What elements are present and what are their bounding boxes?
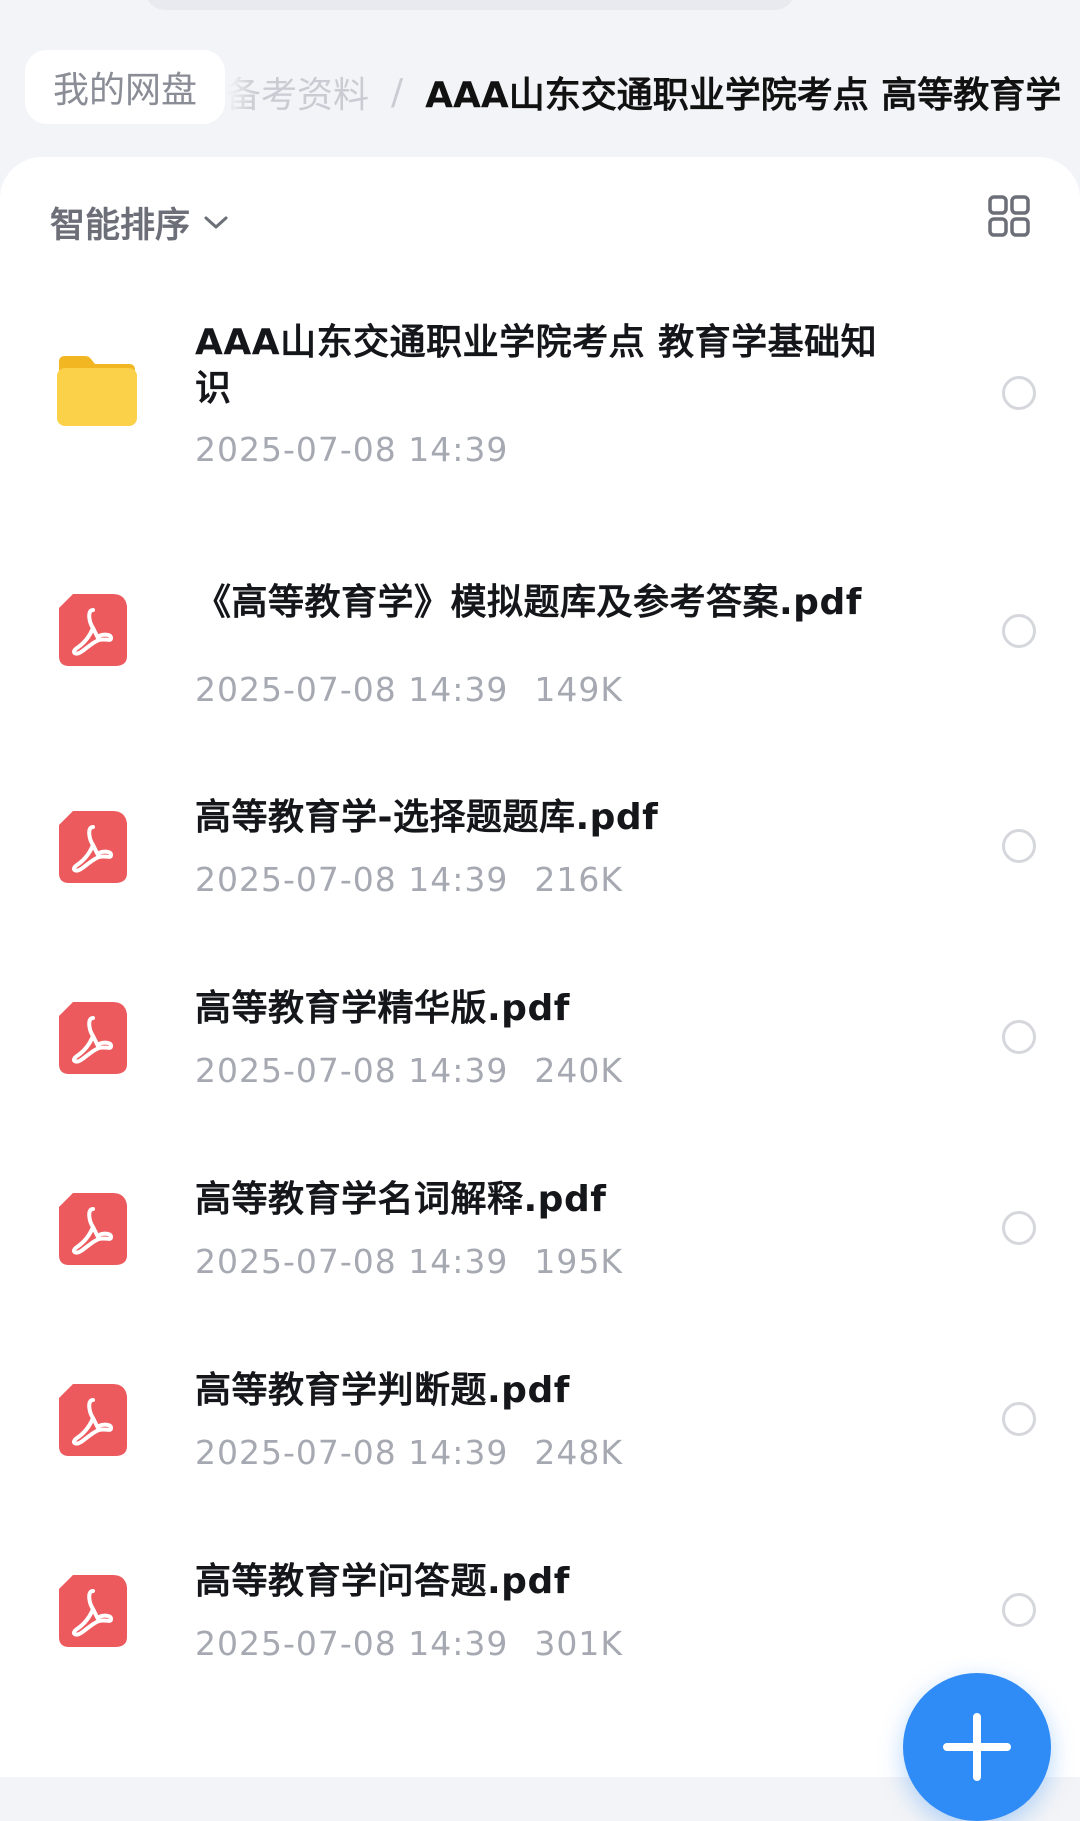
file-meta: 2025-07-08 14:39 149K bbox=[195, 670, 623, 709]
file-name: 《高等教育学》模拟题库及参考答案.pdf bbox=[195, 582, 862, 623]
file-meta: 2025-07-08 14:39 195K bbox=[195, 1242, 623, 1281]
file-size: 248K bbox=[534, 1433, 624, 1472]
chevron-down-icon bbox=[204, 216, 228, 228]
pdf-icon bbox=[59, 1384, 127, 1456]
list-item[interactable]: 高等教育学精华版.pdf 2025-07-08 14:39 240K bbox=[0, 986, 1080, 1106]
list-item[interactable]: AAA山东交通职业学院考点 教育学基础知识 2025-07-08 14:39 bbox=[0, 300, 1080, 500]
select-radio[interactable] bbox=[1002, 1402, 1036, 1436]
pdf-icon bbox=[59, 1193, 127, 1265]
breadcrumb-root[interactable]: 我的网盘 bbox=[25, 50, 226, 124]
file-date: 2025-07-08 14:39 bbox=[195, 670, 509, 709]
pdf-icon bbox=[59, 1575, 127, 1647]
list-item[interactable]: 高等教育学判断题.pdf 2025-07-08 14:39 248K bbox=[0, 1368, 1080, 1488]
breadcrumb-trail: 备考资料 / AAA山东交通职业学院考点 高等教育学 bbox=[225, 66, 1061, 118]
file-meta: 2025-07-08 14:39 248K bbox=[195, 1433, 623, 1472]
file-date: 2025-07-08 14:39 bbox=[195, 1624, 509, 1663]
top-search-bar[interactable] bbox=[145, 0, 795, 10]
list-item[interactable]: 高等教育学问答题.pdf 2025-07-08 14:39 301K bbox=[0, 1559, 1080, 1679]
select-radio[interactable] bbox=[1002, 376, 1036, 410]
breadcrumb: 我的网盘 备考资料 / AAA山东交通职业学院考点 高等教育学 bbox=[0, 48, 1080, 128]
file-name: 高等教育学问答题.pdf bbox=[195, 1561, 570, 1602]
list-item[interactable]: 高等教育学-选择题题库.pdf 2025-07-08 14:39 216K bbox=[0, 795, 1080, 915]
file-meta: 2025-07-08 14:39 240K bbox=[195, 1051, 623, 1090]
file-date: 2025-07-08 14:39 bbox=[195, 1242, 509, 1281]
breadcrumb-current: AAA山东交通职业学院考点 高等教育学 bbox=[425, 75, 1062, 116]
pdf-icon bbox=[59, 594, 127, 666]
file-meta: 2025-07-08 14:39 bbox=[195, 430, 508, 469]
select-radio[interactable] bbox=[1002, 1020, 1036, 1054]
add-button[interactable] bbox=[903, 1673, 1051, 1821]
pdf-icon bbox=[59, 1002, 127, 1074]
file-size: 149K bbox=[534, 670, 624, 709]
file-name: 高等教育学名词解释.pdf bbox=[195, 1179, 607, 1220]
select-radio[interactable] bbox=[1002, 614, 1036, 648]
file-name: 高等教育学精华版.pdf bbox=[195, 988, 570, 1029]
file-size: 195K bbox=[534, 1242, 624, 1281]
select-radio[interactable] bbox=[1002, 829, 1036, 863]
plus-icon bbox=[943, 1713, 1011, 1781]
file-size: 301K bbox=[534, 1624, 624, 1663]
breadcrumb-separator: / bbox=[391, 71, 404, 113]
file-date: 2025-07-08 14:39 bbox=[195, 860, 509, 899]
file-name: 高等教育学判断题.pdf bbox=[195, 1370, 570, 1411]
file-size: 216K bbox=[534, 860, 624, 899]
sort-label: 智能排序 bbox=[50, 206, 191, 246]
pdf-icon bbox=[59, 811, 127, 883]
file-name: 高等教育学-选择题题库.pdf bbox=[195, 797, 659, 838]
file-name: AAA山东交通职业学院考点 教育学基础知识 bbox=[195, 322, 878, 409]
file-size: 240K bbox=[534, 1051, 624, 1090]
file-date: 2025-07-08 14:39 bbox=[195, 1051, 509, 1090]
select-radio[interactable] bbox=[1002, 1593, 1036, 1627]
list-item[interactable]: 《高等教育学》模拟题库及参考答案.pdf 2025-07-08 14:39 149… bbox=[0, 560, 1080, 710]
breadcrumb-previous[interactable]: 备考资料 bbox=[225, 66, 369, 118]
sort-dropdown[interactable]: 智能排序 bbox=[50, 197, 230, 248]
file-meta: 2025-07-08 14:39 216K bbox=[195, 860, 623, 899]
file-date: 2025-07-08 14:39 bbox=[195, 1433, 509, 1472]
select-radio[interactable] bbox=[1002, 1211, 1036, 1245]
file-meta: 2025-07-08 14:39 301K bbox=[195, 1624, 623, 1663]
grid-view-icon[interactable] bbox=[988, 195, 1030, 237]
folder-icon bbox=[57, 356, 137, 426]
list-item[interactable]: 高等教育学名词解释.pdf 2025-07-08 14:39 195K bbox=[0, 1177, 1080, 1297]
file-date: 2025-07-08 14:39 bbox=[195, 430, 509, 469]
